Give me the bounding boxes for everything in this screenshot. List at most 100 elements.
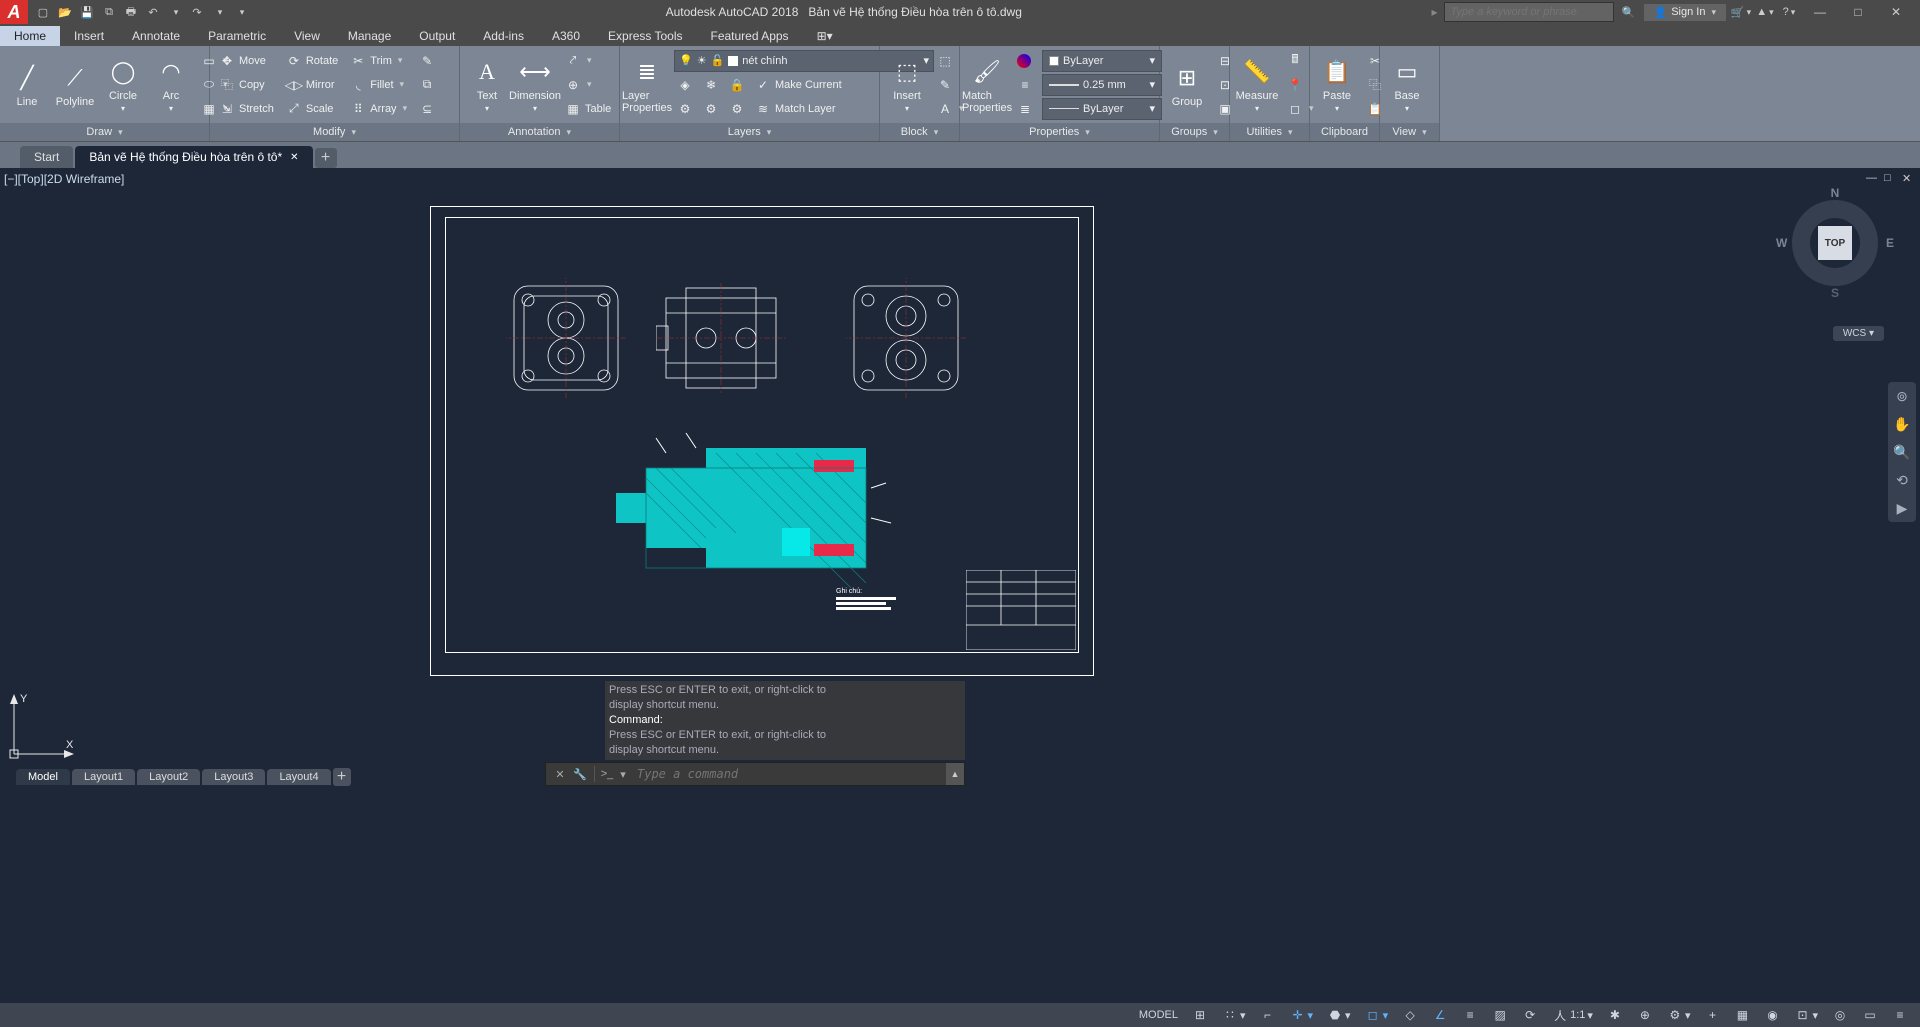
viewcube-north[interactable]: N [1831,186,1840,200]
qat-customize[interactable] [232,3,250,21]
polyline-button[interactable]: ⟋Polyline [54,60,96,110]
match-layer-button[interactable]: ≋Match Layer [752,98,839,120]
stretch-button[interactable]: ⇲Stretch [216,98,277,120]
text-button[interactable]: AText▾ [466,54,508,115]
sb-otrack-icon[interactable]: ∠ [1428,1005,1452,1025]
layout-tab-2[interactable]: Layout2 [137,769,200,785]
panel-layers-label[interactable]: Layers [620,123,879,141]
new-icon[interactable]: ▢ [34,3,52,21]
copy-button[interactable]: ⿻Copy [216,74,277,96]
layer-properties-button[interactable]: ≣Layer Properties [626,54,668,116]
trim-button[interactable]: ✂Trim [347,50,410,72]
pan-icon[interactable]: ✋ [1892,414,1912,434]
vp-minimize-icon[interactable]: — [1866,172,1880,186]
sb-lwt-icon[interactable]: ≡ [1458,1005,1482,1025]
match-properties-button[interactable]: 🖌Match Properties [966,54,1008,116]
viewcube-top-face[interactable]: TOP [1818,226,1852,260]
zoom-icon[interactable]: 🔍 [1892,442,1912,462]
insert-button[interactable]: ⬚Insert▾ [886,54,928,115]
sb-annoscale-icon[interactable]: 人1:1▾ [1548,1005,1597,1025]
lineweight-icon[interactable]: ≣ [1014,98,1036,120]
panel-properties-label[interactable]: Properties [960,123,1159,141]
panel-groups-label[interactable]: Groups [1160,123,1229,141]
ribbon-panel-toggle[interactable]: ⊞▾ [803,26,847,46]
rotate-button[interactable]: ⟳Rotate [283,50,341,72]
measure-button[interactable]: 📏Measure▾ [1236,54,1278,115]
add-layout-button[interactable]: + [333,768,351,786]
layout-tab-3[interactable]: Layout3 [202,769,265,785]
tab-express-tools[interactable]: Express Tools [594,26,696,46]
viewport-controls[interactable]: [−][Top][2D Wireframe] [4,172,124,186]
sb-units-icon[interactable]: ▦ [1730,1005,1754,1025]
layout-tab-model[interactable]: Model [16,769,70,785]
maximize-button[interactable]: □ [1842,0,1874,24]
close-tab-icon[interactable]: ✕ [290,152,298,163]
color-combo[interactable]: ByLayer▾ [1042,50,1162,72]
tab-home[interactable]: Home [0,26,60,46]
exchange-icon[interactable]: 🛒 [1732,3,1750,21]
filetab-start[interactable]: Start [20,146,73,168]
leader-icon[interactable]: ⤤ [562,50,614,72]
layer-on-icon[interactable]: ⚙ [674,98,696,120]
sb-ortho-icon[interactable]: ⌐ [1256,1005,1280,1025]
tab-featured-apps[interactable]: Featured Apps [697,26,803,46]
centerline-icon[interactable]: ⊕ [562,74,614,96]
panel-block-label[interactable]: Block [880,123,959,141]
sb-model[interactable]: MODEL [1135,1007,1182,1023]
redo-icon[interactable]: ↷ [188,3,206,21]
showmotion-icon[interactable]: ▶ [1892,498,1912,518]
base-button[interactable]: ▭Base▾ [1386,54,1428,115]
layout-tab-1[interactable]: Layout1 [72,769,135,785]
linetype-combo[interactable]: ByLayer▾ [1042,98,1162,120]
panel-draw-label[interactable]: Draw [0,123,209,141]
layer-off-icon[interactable]: ⚙ [726,98,748,120]
viewcube-east[interactable]: E [1886,236,1894,250]
panel-annotation-label[interactable]: Annotation [460,123,619,141]
panel-view-label[interactable]: View [1380,123,1439,141]
sb-quickprops-icon[interactable]: ◉ [1760,1005,1784,1025]
infocenter-icon[interactable]: 🔍 [1620,3,1638,21]
help-search-input[interactable] [1444,2,1614,22]
sb-osnap-icon[interactable]: ◻▾ [1361,1005,1393,1025]
sb-cleanscreen-icon[interactable]: ▭ [1858,1005,1882,1025]
redo-dropdown[interactable] [210,3,228,21]
sb-annovis-icon[interactable]: ✱ [1603,1005,1627,1025]
lineweight-combo[interactable]: 0.25 mm▾ [1042,74,1162,96]
layer-iso-icon[interactable]: ◈ [674,74,696,96]
erase-icon[interactable]: ✎ [416,50,438,72]
tab-output[interactable]: Output [405,26,469,46]
sb-iso-icon[interactable]: ⬣▾ [1323,1005,1355,1025]
filetab-drawing[interactable]: Bản vẽ Hệ thống Điều hòa trên ô tô*✕ [75,146,312,168]
sb-cycling-icon[interactable]: ⟳ [1518,1005,1542,1025]
layer-thaw-icon[interactable]: ⚙ [700,98,722,120]
viewcube[interactable]: TOP N S E W [1780,188,1890,298]
group-button[interactable]: ⊞Group [1166,60,1208,110]
undo-icon[interactable]: ↶ [144,3,162,21]
cmd-close-icon[interactable]: ✕ [552,766,568,782]
minimize-button[interactable]: — [1804,0,1836,24]
circle-button[interactable]: ◯Circle▾ [102,54,144,115]
linetype-icon[interactable]: ≡ [1014,74,1036,96]
tab-annotate[interactable]: Annotate [118,26,194,46]
command-input[interactable] [631,767,946,781]
wcs-indicator[interactable]: WCS ▾ [1833,326,1884,341]
orbit-icon[interactable]: ⟲ [1892,470,1912,490]
tab-manage[interactable]: Manage [334,26,405,46]
help-icon[interactable]: ? [1780,3,1798,21]
explode-icon[interactable]: ⧉ [416,74,438,96]
tab-a360[interactable]: A360 [538,26,594,46]
sb-grid-icon[interactable]: ⊞ [1188,1005,1212,1025]
panel-modify-label[interactable]: Modify [210,123,459,141]
app-logo[interactable]: A [0,0,28,24]
dimension-button[interactable]: ⟷Dimension▾ [514,54,556,115]
sb-annomon-icon[interactable]: + [1700,1005,1724,1025]
cmd-recent-icon[interactable]: 🔧 [572,766,588,782]
sb-snap-icon[interactable]: ∷▾ [1218,1005,1250,1025]
layer-lock-icon[interactable]: 🔒 [726,74,748,96]
open-icon[interactable]: 📂 [56,3,74,21]
wheel-icon[interactable]: ⊚ [1892,386,1912,406]
array-button[interactable]: ⠿Array [347,98,410,120]
sb-workspace-icon[interactable]: ⚙▾ [1663,1005,1695,1025]
cmd-menu-icon[interactable]: ▾ [615,766,631,782]
mirror-button[interactable]: ◁▷Mirror [283,74,341,96]
